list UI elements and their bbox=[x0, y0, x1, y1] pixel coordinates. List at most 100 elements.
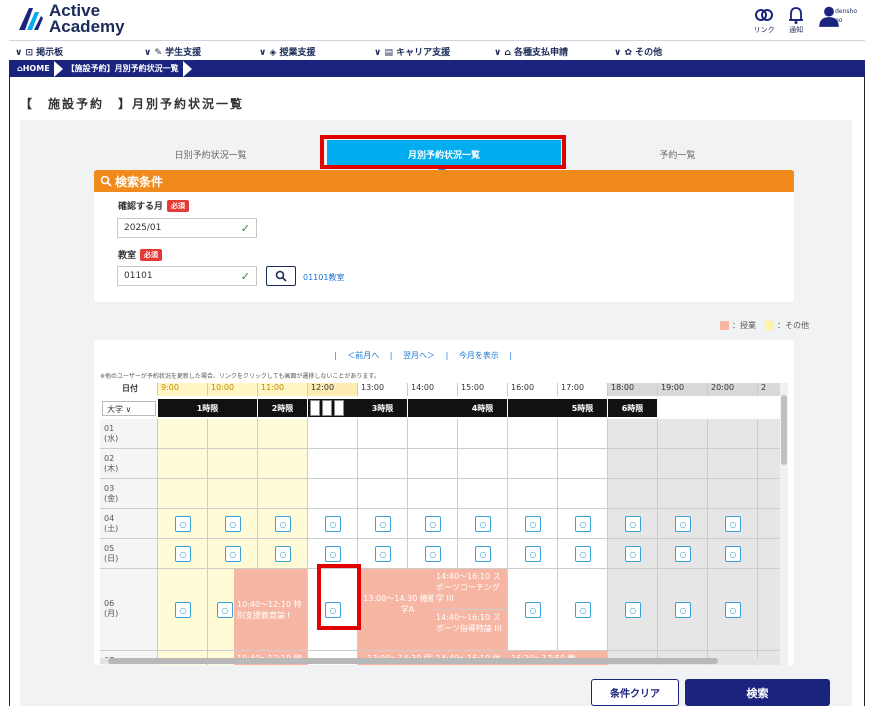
tab-monthly-status[interactable]: 月別予約状況一覧 bbox=[327, 140, 561, 168]
reserve-slot-button[interactable]: ○ bbox=[525, 602, 541, 618]
hour-label: 20:00 bbox=[708, 383, 758, 396]
breadcrumb-home[interactable]: ⌂HOME bbox=[17, 64, 50, 73]
reserve-slot-button[interactable]: ○ bbox=[217, 602, 233, 618]
reserve-slot-button[interactable]: ○ bbox=[575, 516, 591, 532]
reserve-slot-button[interactable]: ○ bbox=[725, 602, 741, 618]
nav-separator: | bbox=[509, 351, 513, 360]
reserve-slot-button[interactable]: ○ bbox=[475, 546, 491, 562]
menu-label: 掲示板 bbox=[36, 48, 64, 58]
hour-label: 16:00 bbox=[508, 383, 558, 396]
reserve-slot-button[interactable]: ○ bbox=[275, 546, 291, 562]
reserve-slot-button[interactable]: ○ bbox=[275, 516, 291, 532]
reserve-slot-button[interactable]: ○ bbox=[425, 516, 441, 532]
reserve-slot-button[interactable]: ○ bbox=[325, 546, 341, 562]
view-tabs: 日別予約状況一覧 月別予約状況一覧 予約一覧 bbox=[94, 140, 794, 168]
notification-button[interactable]: 通知 bbox=[785, 5, 807, 35]
link-button[interactable]: リンク bbox=[753, 5, 775, 35]
user-menu[interactable]: densho oo bbox=[817, 5, 857, 27]
tab-reservation-list[interactable]: 予約一覧 bbox=[560, 140, 794, 168]
tab-daily-status[interactable]: 日別予約状況一覧 bbox=[94, 140, 328, 168]
calendar-horizontal-scrollbar[interactable] bbox=[100, 658, 780, 664]
reserve-slot-button[interactable]: ○ bbox=[675, 516, 691, 532]
bell-icon bbox=[789, 7, 804, 24]
breadcrumb-separator-icon bbox=[53, 60, 63, 77]
reserve-slot-button[interactable]: ○ bbox=[525, 516, 541, 532]
menu-payment-request[interactable]: ∨ ⌂ 各種支払申請 bbox=[494, 45, 568, 58]
reserve-slot-button[interactable]: ○ bbox=[675, 546, 691, 562]
scrollbar-thumb[interactable] bbox=[781, 395, 787, 465]
menu-career-support[interactable]: ∨ ▤ キャリア支援 bbox=[374, 45, 450, 58]
reserve-slot-button[interactable]: ○ bbox=[575, 546, 591, 562]
reserve-slot-button[interactable]: ○ bbox=[625, 602, 641, 618]
reserve-slot-button[interactable]: ○ bbox=[675, 602, 691, 618]
date-header: 日付 bbox=[100, 383, 158, 396]
period-label: 6時限 bbox=[608, 399, 658, 417]
career-icon: ▤ bbox=[384, 48, 393, 58]
room-label-text: 教室 bbox=[118, 251, 137, 261]
room-search-button[interactable] bbox=[266, 266, 296, 286]
calendar-vertical-scrollbar[interactable] bbox=[780, 383, 788, 665]
time-cell bbox=[508, 449, 558, 479]
time-cell bbox=[158, 419, 208, 449]
hour-label: 18:00 bbox=[608, 383, 658, 396]
menu-student-support[interactable]: ∨ ✎ 学生支援 bbox=[144, 45, 201, 58]
page-title: 【 施設予約 】月別予約状況一覧 bbox=[20, 97, 245, 111]
month-input[interactable]: 2025/01 ✓ bbox=[117, 218, 257, 238]
brand-line2: Academy bbox=[49, 17, 125, 36]
time-cell bbox=[508, 419, 558, 449]
reserve-slot-button[interactable]: ○ bbox=[325, 516, 341, 532]
reserve-slot-button[interactable]: ○ bbox=[375, 516, 391, 532]
prev-month-link[interactable]: ＜前月へ bbox=[347, 351, 379, 360]
search-panel-title: 検索条件 bbox=[115, 174, 164, 189]
time-cell bbox=[758, 539, 780, 569]
hour-label: 17:00 bbox=[558, 383, 608, 396]
time-cell bbox=[308, 419, 358, 449]
reserve-slot-button[interactable]: ○ bbox=[625, 516, 641, 532]
brand-name[interactable]: Active Academy bbox=[49, 2, 125, 36]
class-event[interactable]: 14:40〜16:10 スポーツ指導特論 III bbox=[433, 610, 508, 651]
reserve-slot-button[interactable]: ○ bbox=[725, 546, 741, 562]
time-cell bbox=[608, 479, 658, 509]
menu-other[interactable]: ∨ ✿ その他 bbox=[614, 45, 662, 58]
check-icon: ✓ bbox=[240, 270, 250, 283]
time-cell bbox=[708, 449, 758, 479]
weekday: (金) bbox=[104, 494, 119, 503]
university-select[interactable]: 大学 ∨ bbox=[102, 401, 156, 416]
class-event[interactable]: 10:40〜12:10 特別支援教育論 I bbox=[234, 569, 308, 651]
clear-conditions-button[interactable]: 条件クリア bbox=[591, 679, 679, 706]
reserve-slot-button[interactable]: ○ bbox=[325, 602, 341, 618]
period-label: 4時限 bbox=[458, 399, 508, 417]
reserve-slot-button[interactable]: ○ bbox=[375, 546, 391, 562]
reserve-slot-button[interactable]: ○ bbox=[475, 516, 491, 532]
this-month-link[interactable]: 今月を表示 bbox=[459, 351, 499, 360]
reserve-slot-button[interactable]: ○ bbox=[425, 546, 441, 562]
room-input[interactable]: 01101 ✓ bbox=[117, 266, 257, 286]
time-cell bbox=[158, 449, 208, 479]
class-event[interactable]: 14:40〜16:10 スポーツコーチング学 III bbox=[433, 569, 508, 610]
reserve-slot-button[interactable]: ○ bbox=[175, 516, 191, 532]
hour-label: 14:00 bbox=[408, 383, 458, 396]
reserve-slot-button[interactable]: ○ bbox=[225, 546, 241, 562]
reserve-slot-button[interactable]: ○ bbox=[725, 516, 741, 532]
reserve-slot-button[interactable]: ○ bbox=[575, 602, 591, 618]
nav-separator: | bbox=[334, 351, 337, 360]
menu-bulletin-board[interactable]: ∨ ⊡ 掲示板 bbox=[15, 45, 63, 58]
search-button[interactable]: 検索 bbox=[685, 679, 830, 706]
next-month-link[interactable]: 翌月へ＞ bbox=[403, 351, 435, 360]
legend-class-label: ：授業 bbox=[732, 321, 756, 330]
menu-label: 授業支援 bbox=[279, 48, 316, 58]
active-academy-logo-icon[interactable] bbox=[15, 4, 45, 34]
reserve-slot-button[interactable]: ○ bbox=[625, 546, 641, 562]
time-cell bbox=[658, 419, 708, 449]
month-field-label: 確認する月 必須 bbox=[118, 199, 190, 212]
reserve-slot-button[interactable]: ○ bbox=[175, 546, 191, 562]
time-cell bbox=[758, 569, 780, 651]
menu-class-support[interactable]: ∨ ◈ 授業支援 bbox=[259, 45, 316, 58]
room-name-link[interactable]: 01101教室 bbox=[303, 272, 344, 283]
time-cell bbox=[458, 419, 508, 449]
scrollbar-thumb[interactable] bbox=[108, 658, 718, 664]
reserve-slot-button[interactable]: ○ bbox=[525, 546, 541, 562]
reserve-slot-button[interactable]: ○ bbox=[225, 516, 241, 532]
time-cell bbox=[558, 449, 608, 479]
reserve-slot-button[interactable]: ○ bbox=[175, 602, 191, 618]
